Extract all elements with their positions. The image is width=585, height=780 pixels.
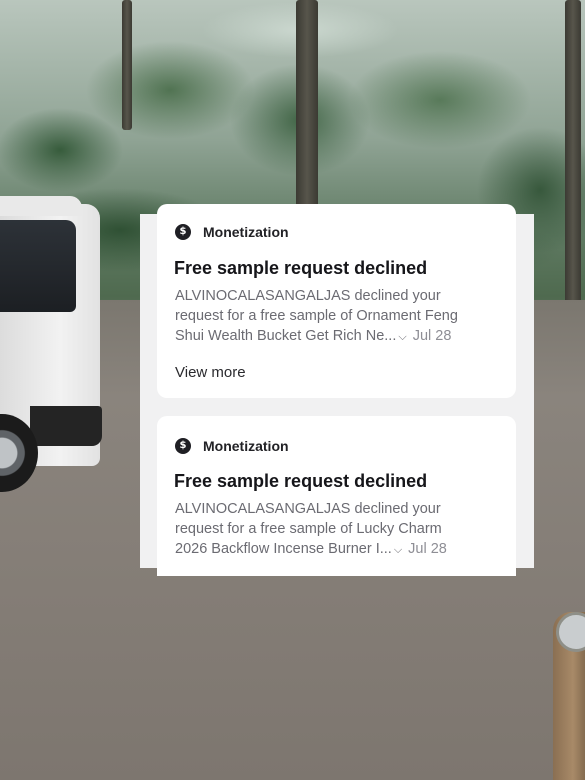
body-line: request for a free sample of Lucky Charm — [175, 521, 442, 537]
body-line-text: Shui Wealth Bucket Get Rich Ne... — [175, 328, 397, 344]
van-window — [0, 220, 76, 312]
notification-title: Free sample request declined — [174, 258, 428, 278]
coin-icon: $ — [175, 438, 191, 454]
body-line: ALVINOCALASANGALJAS declined your — [175, 288, 441, 304]
body-line-text: 2026 Backflow Incense Burner I... — [175, 541, 392, 557]
van-bumper — [30, 406, 102, 446]
palm-trunk — [296, 0, 318, 220]
notification-card[interactable]: $ Monetization Free sample request decli… — [157, 204, 516, 398]
palm-trunk — [565, 0, 581, 330]
category-row: $ Monetization — [175, 438, 289, 454]
notification-date: Jul 28 — [412, 328, 452, 344]
view-more-link[interactable]: View more — [175, 364, 246, 381]
coin-icon: $ — [175, 224, 191, 240]
category-label: Monetization — [203, 438, 289, 454]
body-line: request for a free sample of Ornament Fe… — [175, 308, 458, 324]
palm-trunk — [122, 0, 132, 130]
notification-card[interactable]: $ Monetization Free sample request decli… — [157, 416, 516, 576]
body-line: ALVINOCALASANGALJAS declined your — [175, 501, 441, 517]
white-van — [0, 196, 102, 496]
category-row: $ Monetization — [175, 224, 289, 240]
notification-body: ALVINOCALASANGALJAS declined your reques… — [175, 286, 505, 347]
body-line-last: Shui Wealth Bucket Get Rich Ne... ⌵ Jul 28 — [175, 326, 505, 347]
category-label: Monetization — [203, 224, 289, 240]
notification-body: ALVINOCALASANGALJAS declined your reques… — [175, 499, 505, 560]
chevron-down-icon[interactable]: ⌵ — [398, 330, 406, 343]
notification-panel: $ Monetization Free sample request decli… — [140, 204, 534, 576]
notification-date: Jul 28 — [408, 541, 447, 557]
van-roof — [0, 196, 82, 216]
notification-title: Free sample request declined — [174, 471, 428, 491]
chevron-down-icon[interactable]: ⌵ — [394, 543, 402, 556]
body-line-last: 2026 Backflow Incense Burner I... ⌵ Jul 28 — [175, 539, 505, 560]
